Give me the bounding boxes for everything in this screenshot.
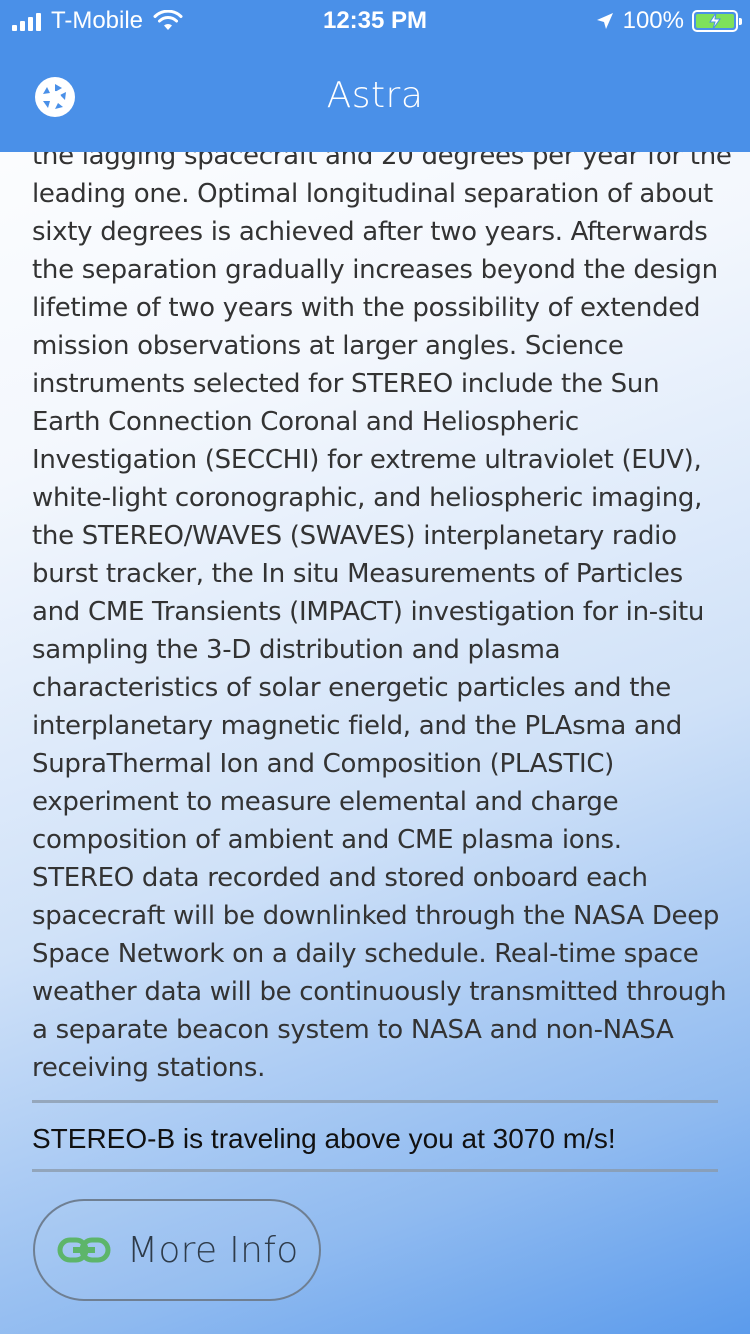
more-info-button[interactable]: More Info [33, 1199, 321, 1301]
app-screen: the lagging spacecraft and 20 degrees pe… [0, 0, 750, 1334]
article-line: burst tracker, the In situ Measurements … [32, 559, 683, 589]
article-line: weather data will be continuously transm… [32, 977, 727, 1007]
article-line: interplanetary magnetic field, and the P… [32, 711, 682, 741]
divider-top [32, 1100, 718, 1103]
battery-percent: 100% [622, 7, 684, 34]
article-line: experiment to measure elemental and char… [32, 787, 619, 817]
article-line: characteristics of solar energetic parti… [32, 673, 671, 703]
link-icon [57, 1237, 111, 1263]
article-line: white-light coronographic, and heliosphe… [32, 483, 703, 513]
article-line: composition of ambient and CME plasma io… [32, 825, 622, 855]
article-line: lifetime of two years with the possibili… [32, 293, 701, 323]
article-line: spacecraft will be downlinked through th… [32, 901, 720, 931]
content-area[interactable]: the lagging spacecraft and 20 degrees pe… [0, 0, 750, 1334]
divider-bottom [32, 1169, 718, 1172]
article-line: receiving stations. [32, 1053, 266, 1083]
article-line: SupraThermal Ion and Composition (PLASTI… [32, 749, 615, 779]
article-line: STEREO data recorded and stored onboard … [32, 863, 648, 893]
article-line: the STEREO/WAVES (SWAVES) interplanetary… [32, 521, 677, 551]
article-line: sampling the 3-D distribution and plasma [32, 635, 561, 665]
tracking-message: STEREO-B is traveling above you at 3070 … [32, 1123, 616, 1154]
location-arrow-icon [596, 13, 613, 29]
article-line: the separation gradually increases beyon… [32, 255, 718, 285]
top-bar: T-Mobile 12:35 PM 100% Astra [0, 0, 750, 152]
page-title: Astra [326, 75, 424, 116]
article-line: Investigation (SECCHI) for extreme ultra… [32, 445, 702, 475]
article-line: Earth Connection Coronal and Heliospheri… [32, 407, 579, 437]
article-line: Space Network on a daily schedule. Real-… [32, 939, 699, 969]
article-line: instruments selected for STEREO include … [32, 369, 660, 399]
article-line: sixty degrees is achieved after two year… [32, 217, 708, 247]
more-info-label: More Info [127, 1229, 299, 1271]
article-line: a separate beacon system to NASA and non… [32, 1015, 674, 1045]
article-text: the lagging spacecraft and 20 degrees pe… [32, 137, 732, 1087]
status-bar: T-Mobile 12:35 PM 100% [0, 0, 750, 40]
article-line: and CME Transients (IMPACT) investigatio… [32, 597, 705, 627]
battery-charging-icon [692, 10, 742, 32]
navigation-bar: Astra [0, 40, 750, 152]
article-line: mission observations at larger angles. S… [32, 331, 624, 361]
article-line: leading one. Optimal longitudinal separa… [32, 179, 713, 209]
